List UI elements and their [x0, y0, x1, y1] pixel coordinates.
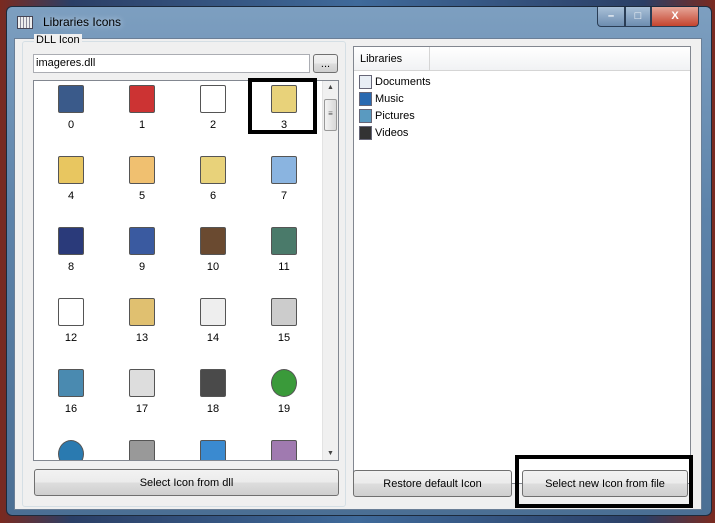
- icon-item[interactable]: 7: [254, 156, 314, 202]
- printer-folder-icon: [129, 440, 155, 460]
- dark-folder-icon: [129, 227, 155, 255]
- icon-index-label: 10: [206, 261, 220, 273]
- icon-index-label: 6: [209, 190, 217, 202]
- close-button[interactable]: X: [651, 7, 699, 27]
- icon-item[interactable]: 17: [112, 369, 172, 415]
- icon-item[interactable]: 9: [112, 227, 172, 273]
- blank-document-icon: [200, 85, 226, 113]
- film-icon: [200, 369, 226, 397]
- uac-shield-icon: [129, 85, 155, 113]
- icon-item[interactable]: 2: [183, 85, 243, 131]
- icon-item[interactable]: [254, 440, 314, 460]
- mail-icon: [271, 298, 297, 326]
- dark-folder-icon: [58, 227, 84, 255]
- documents-icon: [359, 75, 372, 89]
- icon-index-label: 16: [64, 403, 78, 415]
- icon-index-label: 17: [135, 403, 149, 415]
- icon-index-label: 1: [138, 119, 146, 131]
- library-item[interactable]: Pictures: [359, 108, 415, 124]
- text-document-icon: [200, 298, 226, 326]
- icon-item[interactable]: 8: [41, 227, 101, 273]
- icon-index-label: 7: [280, 190, 288, 202]
- highlight-box-select-file: [515, 455, 693, 508]
- icon-item[interactable]: [41, 440, 101, 460]
- icon-index-label: 2: [209, 119, 217, 131]
- library-item[interactable]: Documents: [359, 74, 431, 90]
- icon-item[interactable]: 16: [41, 369, 101, 415]
- scroll-up-arrow[interactable]: ▲: [323, 84, 338, 91]
- icon-item[interactable]: 18: [183, 369, 243, 415]
- monitor-windows-icon: [58, 85, 84, 113]
- browse-button[interactable]: ...: [313, 54, 338, 73]
- scroll-thumb[interactable]: ≡: [324, 99, 337, 131]
- libraries-list[interactable]: Libraries Documents Music Pictures Videos: [353, 46, 691, 484]
- library-item-label: Pictures: [375, 110, 415, 122]
- icon-index-label: 9: [138, 261, 146, 273]
- icon-item[interactable]: 13: [112, 298, 172, 344]
- search-document-icon: [271, 156, 297, 184]
- icon-item[interactable]: 10: [183, 227, 243, 273]
- icon-index-label: 19: [277, 403, 291, 415]
- icon-item[interactable]: 1: [112, 85, 172, 131]
- icon-index-label: 5: [138, 190, 146, 202]
- control-panel-icon: [200, 440, 226, 460]
- icon-index-label: 15: [277, 332, 291, 344]
- icon-item[interactable]: 0: [41, 85, 101, 131]
- library-item-label: Documents: [375, 76, 431, 88]
- icon-item[interactable]: [183, 440, 243, 460]
- library-item[interactable]: Videos: [359, 125, 408, 141]
- icon-item[interactable]: 5: [112, 156, 172, 202]
- icon-item[interactable]: 12: [41, 298, 101, 344]
- minimize-button[interactable]: –: [597, 7, 625, 27]
- icon-index-label: 13: [135, 332, 149, 344]
- media-player-icon: [271, 440, 297, 460]
- media-center-icon: [271, 369, 297, 397]
- icon-item[interactable]: 19: [254, 369, 314, 415]
- icon-item[interactable]: 4: [41, 156, 101, 202]
- icon-index-label: 11: [278, 261, 290, 273]
- icon-item[interactable]: 14: [183, 298, 243, 344]
- icon-index-label: 4: [67, 190, 75, 202]
- list-header: Libraries: [354, 47, 690, 71]
- pictures-icon: [359, 109, 372, 123]
- library-item-label: Videos: [375, 127, 409, 139]
- select-icon-from-dll-button[interactable]: Select Icon from dll: [34, 469, 339, 496]
- maximize-button[interactable]: □: [625, 7, 651, 27]
- dll-path-input[interactable]: imageres.dll: [33, 54, 310, 73]
- icon-item[interactable]: 15: [254, 298, 314, 344]
- icon-index-label: 0: [67, 119, 75, 131]
- libraries-icon: [17, 16, 33, 29]
- library-item-label: Music: [375, 93, 404, 105]
- blank-square-icon: [58, 298, 84, 326]
- music-document-icon: [129, 369, 155, 397]
- icon-item[interactable]: [112, 440, 172, 460]
- music-icon: [359, 92, 372, 106]
- icon-item[interactable]: 11: [254, 227, 314, 273]
- icon-item[interactable]: 6: [183, 156, 243, 202]
- icon-index-label: 12: [64, 332, 78, 344]
- window-icon: [271, 227, 297, 255]
- folder-cd-icon: [129, 298, 155, 326]
- folder-open-icon: [200, 156, 226, 184]
- picture-icon: [58, 369, 84, 397]
- group-label: DLL Icon: [34, 34, 82, 46]
- scrollbar[interactable]: ▲ ≡ ▼: [322, 81, 338, 460]
- folder-icon: [58, 156, 84, 184]
- folder-icon: [129, 156, 155, 184]
- icon-index-label: 8: [67, 261, 75, 273]
- restore-default-icon-button[interactable]: Restore default Icon: [353, 470, 512, 497]
- highlight-box-icon-3: [248, 78, 317, 134]
- window-title: Libraries Icons: [43, 15, 122, 29]
- icon-index-label: 18: [206, 403, 220, 415]
- globe-network-icon: [58, 440, 84, 460]
- column-header-libraries[interactable]: Libraries: [354, 47, 430, 71]
- icon-list[interactable]: 0 1 2 3 4 5 6 7 8 9 10 11 12 13 14 15 16 17 18 19: [33, 80, 339, 461]
- icon-index-label: 14: [206, 332, 220, 344]
- videos-icon: [359, 126, 372, 140]
- scroll-down-arrow[interactable]: ▼: [323, 450, 338, 457]
- library-item[interactable]: Music: [359, 91, 404, 107]
- games-icon: [200, 227, 226, 255]
